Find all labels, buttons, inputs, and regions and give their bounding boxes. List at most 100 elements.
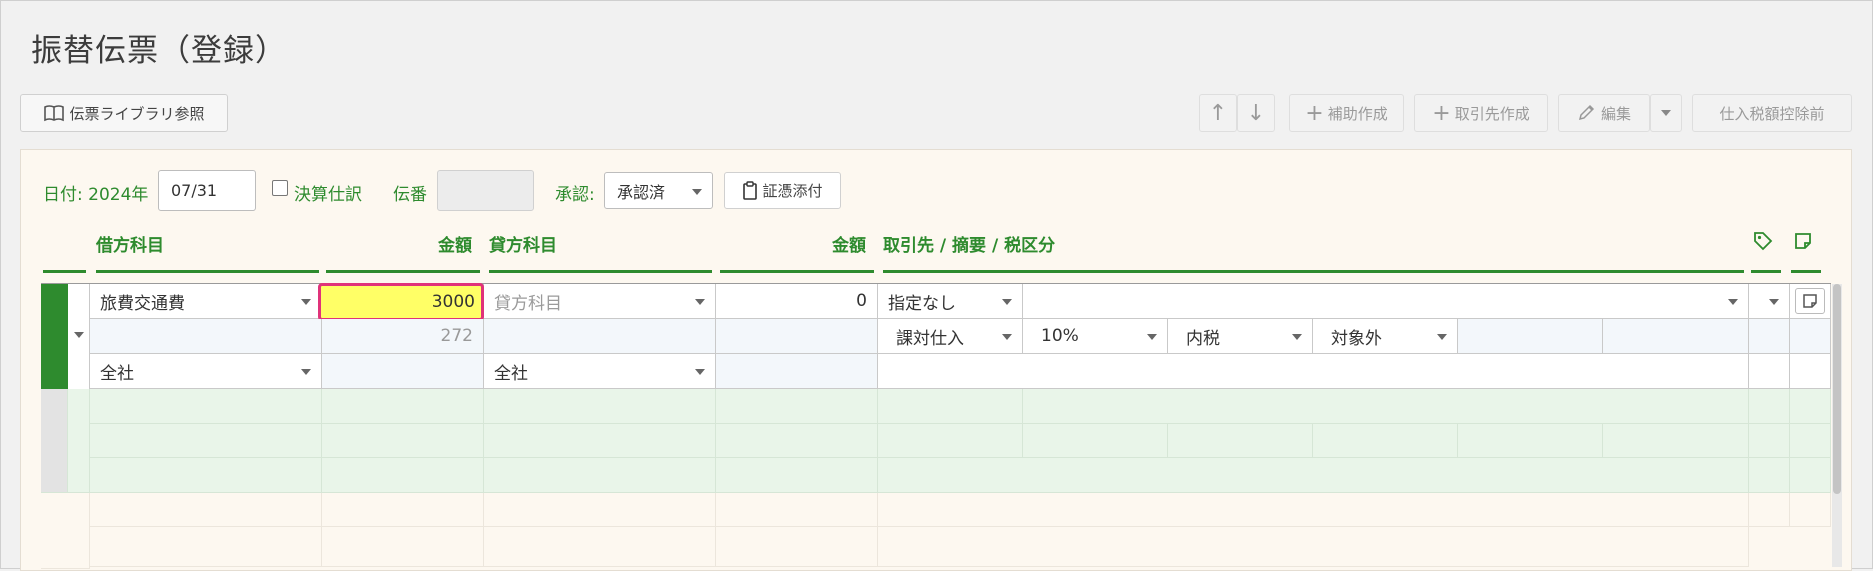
tag-select[interactable] [1749, 284, 1790, 319]
empty-cell[interactable] [484, 493, 716, 527]
date-label: 日付: 2024年 [43, 185, 149, 205]
empty-cell[interactable] [878, 527, 1749, 567]
scrollbar-thumb[interactable] [1833, 284, 1841, 494]
debit-amount-input[interactable]: 3000 [318, 283, 484, 321]
note-cell [1790, 284, 1831, 319]
tax-type-select[interactable]: 課対仕入 [878, 319, 1023, 354]
tax-deduct-before-button[interactable]: 仕入税額控除前 [1692, 94, 1852, 132]
empty-cell[interactable] [90, 527, 322, 567]
credit-account-select[interactable]: 貸方科目 [484, 284, 716, 319]
empty-cell[interactable] [716, 493, 878, 527]
empty-cell[interactable] [878, 493, 1749, 527]
empty-cell[interactable] [1313, 424, 1458, 458]
tax-deduct-before-label: 仕入税額控除前 [1719, 104, 1825, 123]
edit-button[interactable]: 編集 [1558, 94, 1650, 132]
add-note-button[interactable] [1795, 288, 1825, 314]
empty-cell [1790, 424, 1831, 458]
plus-icon: + [1305, 100, 1324, 126]
move-down-button[interactable]: ↓ [1237, 94, 1275, 132]
empty-cell[interactable] [716, 458, 878, 493]
tag-cell [1749, 319, 1790, 354]
extra-field-1[interactable] [1458, 319, 1603, 354]
empty-cell[interactable] [484, 389, 716, 424]
partner-memo-tax-header: 取引先 / 摘要 / 税区分 [883, 236, 1056, 256]
header-underline [326, 270, 480, 273]
book-icon [44, 105, 65, 122]
debit-sub-account-cell[interactable] [90, 319, 322, 354]
row-expand-handle[interactable] [68, 284, 90, 389]
empty-cell[interactable] [484, 527, 716, 567]
empty-cell[interactable] [1168, 424, 1313, 458]
credit-sub-account-cell[interactable] [484, 319, 716, 354]
empty-cell [1749, 458, 1790, 493]
credit-amount-header: 金額 [832, 236, 866, 256]
header-underline [720, 270, 874, 273]
empty-cell[interactable] [1603, 424, 1749, 458]
header-underline [883, 270, 1744, 273]
empty-cell[interactable] [90, 458, 322, 493]
settlement-checkbox[interactable] [272, 180, 288, 196]
empty-cell[interactable] [322, 389, 484, 424]
header-underline [1791, 270, 1821, 273]
header-underline [43, 270, 86, 273]
partner-select[interactable]: 指定なし [878, 284, 1023, 319]
pencil-icon [1578, 104, 1595, 121]
empty-cell[interactable] [90, 493, 322, 527]
empty-cell[interactable] [322, 493, 484, 527]
empty-cell[interactable] [322, 424, 484, 458]
empty-cell[interactable] [322, 527, 484, 567]
credit-dept-blank [716, 354, 878, 389]
note-icon[interactable] [1793, 231, 1813, 251]
empty-cell [1749, 493, 1790, 527]
empty-cell[interactable] [322, 458, 484, 493]
empty-cell[interactable] [484, 424, 716, 458]
tax-inclusion-select[interactable]: 内税 [1168, 319, 1313, 354]
empty-cell[interactable] [484, 458, 716, 493]
arrow-down-icon: ↓ [1246, 100, 1266, 126]
empty-row-handle [68, 389, 90, 493]
debit-amount-header: 金額 [438, 236, 472, 256]
empty-cell[interactable] [716, 424, 878, 458]
slip-number-input[interactable] [437, 170, 534, 211]
empty-cell [1749, 389, 1790, 424]
empty-cell[interactable] [90, 424, 322, 458]
debit-department-select[interactable]: 全社 [90, 354, 322, 389]
note-cell [1790, 319, 1831, 354]
empty-cell [1749, 424, 1790, 458]
date-input[interactable]: 07/31 [158, 170, 256, 211]
slip-library-button[interactable]: 伝票ライブラリ参照 [20, 94, 228, 132]
empty-cell[interactable] [716, 527, 878, 567]
empty-cell [1790, 493, 1831, 527]
move-up-button[interactable]: ↑ [1199, 94, 1237, 132]
memo-input[interactable] [878, 354, 1749, 389]
tax-scope-select[interactable]: 対象外 [1313, 319, 1458, 354]
empty-cell[interactable] [878, 458, 1749, 493]
tag-icon[interactable] [1753, 231, 1773, 251]
empty-cell[interactable] [1023, 389, 1749, 424]
debit-tax-amount: 272 [322, 319, 484, 354]
empty-row-indicator [41, 389, 68, 493]
attach-evidence-button[interactable]: 証憑添付 [724, 172, 841, 209]
empty-cell[interactable] [1458, 424, 1603, 458]
debit-dept-blank [322, 354, 484, 389]
extra-field-2[interactable] [1603, 319, 1749, 354]
approval-select[interactable]: 承認済 [604, 172, 713, 209]
empty-cell [1790, 389, 1831, 424]
credit-department-select[interactable]: 全社 [484, 354, 716, 389]
memo-select[interactable] [1023, 284, 1749, 319]
empty-cell[interactable] [878, 389, 1023, 424]
add-partner-button[interactable]: + 取引先作成 [1414, 94, 1548, 132]
edit-dropdown-button[interactable] [1650, 94, 1682, 132]
caret-down-icon [1661, 110, 1671, 116]
edit-label: 編集 [1600, 104, 1631, 123]
slip-number-label: 伝番 [393, 185, 427, 205]
empty-cell[interactable] [716, 389, 878, 424]
tax-rate-select[interactable]: 10% [1023, 319, 1168, 354]
credit-amount-input[interactable]: 0 [716, 284, 878, 319]
empty-cell[interactable] [878, 424, 1023, 458]
empty-cell[interactable] [90, 389, 322, 424]
debit-account-select[interactable]: 旅費交通費 [90, 284, 322, 319]
add-sub-account-button[interactable]: + 補助作成 [1289, 94, 1404, 132]
empty-cell[interactable] [1023, 424, 1168, 458]
empty-row-handle [41, 493, 90, 569]
